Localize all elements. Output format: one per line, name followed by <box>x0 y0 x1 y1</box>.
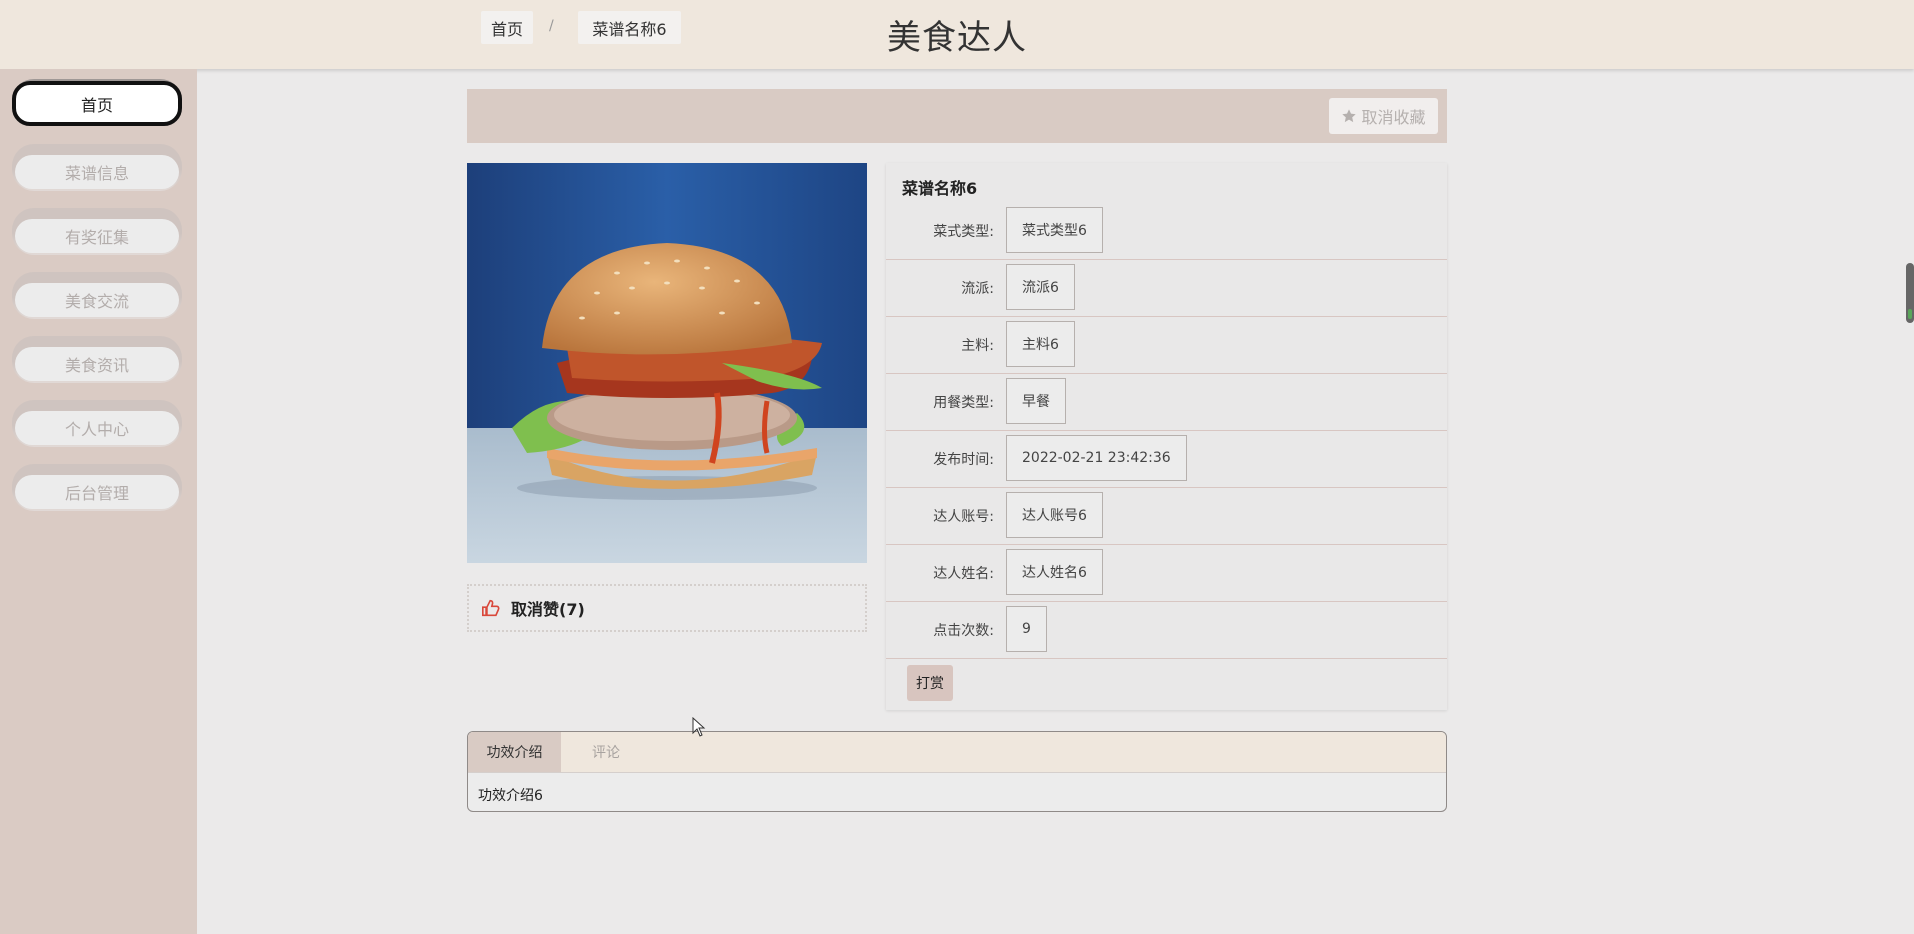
detail-row-school: 流派: 流派6 <box>886 260 1447 317</box>
detail-value: 2022-02-21 23:42:36 <box>1006 435 1187 481</box>
detail-row-publish-time: 发布时间: 2022-02-21 23:42:36 <box>886 431 1447 488</box>
detail-label: 流派: <box>961 281 994 297</box>
tab-comments[interactable]: 评论 <box>561 732 651 772</box>
unlike-button[interactable]: 取消赞(7) <box>467 584 867 632</box>
recipe-title: 菜谱名称6 <box>902 179 978 198</box>
detail-value: 早餐 <box>1006 378 1066 424</box>
detail-row-cuisine-type: 菜式类型: 菜式类型6 <box>886 203 1447 260</box>
unfavorite-button[interactable]: 取消收藏 <box>1329 98 1438 134</box>
reward-button[interactable]: 打赏 <box>907 665 953 701</box>
sidebar-item-label: 有奖征集 <box>15 219 179 253</box>
detail-value: 菜式类型6 <box>1006 207 1103 253</box>
detail-label: 点击次数: <box>933 623 994 639</box>
breadcrumb-current: 菜谱名称6 <box>578 11 681 44</box>
sidebar-item-profile[interactable]: 个人中心 <box>12 400 182 447</box>
detail-value: 达人账号6 <box>1006 492 1103 538</box>
sidebar: 首页 菜谱信息 有奖征集 美食交流 美食资讯 个人中心 后台管理 <box>0 69 197 934</box>
tabs-panel: 功效介绍 评论 功效介绍6 <box>467 731 1447 812</box>
tab-efficacy[interactable]: 功效介绍 <box>468 732 561 772</box>
site-header: 美食达人 <box>0 0 1914 69</box>
detail-label: 达人账号: <box>933 509 994 525</box>
breadcrumb-separator: / <box>549 18 554 34</box>
sidebar-item-label: 美食交流 <box>15 283 179 317</box>
detail-label: 发布时间: <box>933 452 994 468</box>
sidebar-item-food-exchange[interactable]: 美食交流 <box>12 272 182 319</box>
recipe-photo <box>467 163 867 563</box>
unfavorite-label: 取消收藏 <box>1361 108 1426 127</box>
sidebar-item-label: 首页 <box>12 81 182 126</box>
sidebar-item-recipes[interactable]: 菜谱信息 <box>12 144 182 191</box>
detail-row-main-ingredient: 主料: 主料6 <box>886 317 1447 374</box>
sidebar-item-admin[interactable]: 后台管理 <box>12 464 182 511</box>
sidebar-item-label: 后台管理 <box>15 475 179 509</box>
tabs-header: 功效介绍 评论 <box>468 732 1446 773</box>
detail-label: 菜式类型: <box>933 224 994 240</box>
detail-value: 流派6 <box>1006 264 1075 310</box>
thumbs-up-icon <box>482 599 500 617</box>
detail-value: 达人姓名6 <box>1006 549 1103 595</box>
detail-label: 主料: <box>961 338 994 354</box>
detail-value: 主料6 <box>1006 321 1075 367</box>
mouse-cursor-icon <box>692 717 706 737</box>
detail-value: 9 <box>1006 606 1047 652</box>
sidebar-item-label: 个人中心 <box>15 411 179 445</box>
unlike-label: 取消赞(7) <box>511 600 585 619</box>
detail-row-expert-account: 达人账号: 达人账号6 <box>886 488 1447 545</box>
sidebar-item-label: 菜谱信息 <box>15 155 179 189</box>
recipe-details-panel: 菜谱名称6 菜式类型: 菜式类型6 流派: 流派6 主料: 主料6 用餐类型: … <box>886 163 1447 710</box>
breadcrumb-home-link[interactable]: 首页 <box>481 11 533 44</box>
detail-row-click-count: 点击次数: 9 <box>886 602 1447 659</box>
hamburger-image <box>467 163 867 563</box>
sidebar-item-food-news[interactable]: 美食资讯 <box>12 336 182 383</box>
detail-row-meal-type: 用餐类型: 早餐 <box>886 374 1447 431</box>
scrollbar-thumb[interactable] <box>1906 263 1914 323</box>
sidebar-item-home[interactable]: 首页 <box>12 79 182 126</box>
detail-label: 达人姓名: <box>933 566 994 582</box>
star-icon <box>1342 109 1357 123</box>
tab-content: 功效介绍6 <box>478 788 543 804</box>
breadcrumb <box>467 89 1447 143</box>
site-title: 美食达人 <box>887 18 1027 58</box>
sidebar-item-label: 美食资讯 <box>15 347 179 381</box>
sidebar-item-contest[interactable]: 有奖征集 <box>12 208 182 255</box>
detail-row-expert-name: 达人姓名: 达人姓名6 <box>886 545 1447 602</box>
detail-label: 用餐类型: <box>933 395 994 411</box>
